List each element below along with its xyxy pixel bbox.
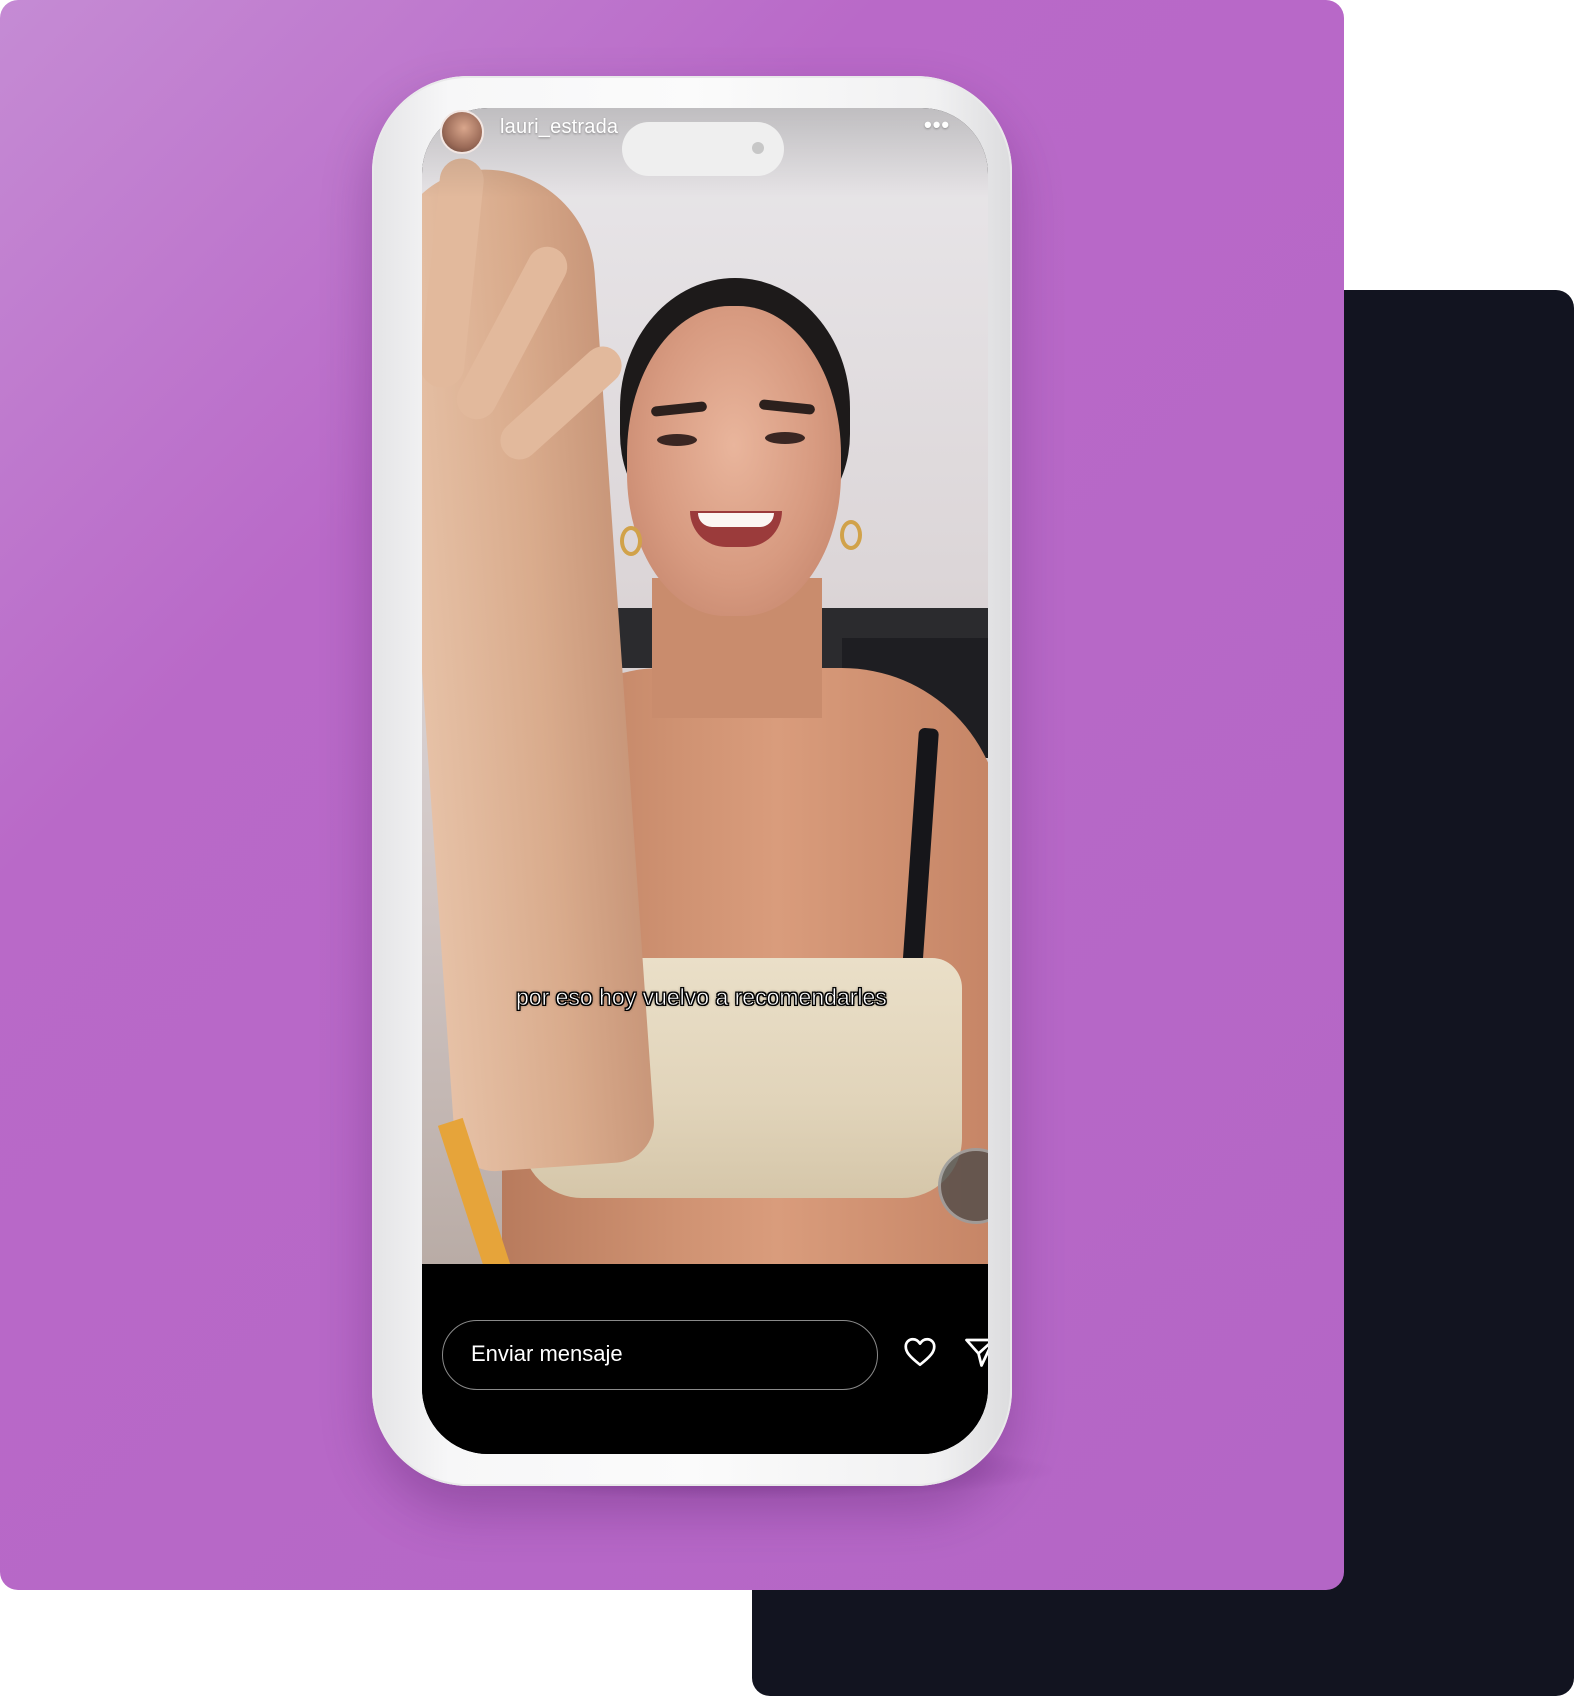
story-video[interactable]: por eso hoy vuelvo a recomendarles bbox=[422, 108, 988, 1264]
mockup-canvas: por eso hoy vuelvo a recomendarles Envia… bbox=[0, 0, 1574, 1696]
send-icon[interactable] bbox=[962, 1334, 988, 1370]
avatar[interactable] bbox=[440, 110, 484, 154]
story-header: lauri_estrada ••• bbox=[422, 110, 988, 160]
right-earring bbox=[840, 520, 862, 550]
heart-icon[interactable] bbox=[902, 1334, 938, 1370]
teeth bbox=[698, 513, 774, 527]
left-brow bbox=[650, 401, 708, 417]
mouth bbox=[690, 511, 782, 547]
story-username[interactable]: lauri_estrada bbox=[500, 116, 618, 139]
ellipsis-icon[interactable]: ••• bbox=[924, 112, 950, 138]
phone-screen: por eso hoy vuelvo a recomendarles Envia… bbox=[422, 108, 988, 1454]
message-input[interactable]: Enviar mensaje bbox=[442, 1320, 878, 1390]
person-face bbox=[627, 306, 841, 616]
right-eye bbox=[765, 432, 805, 444]
reply-bar: Enviar mensaje bbox=[422, 1264, 988, 1454]
left-earring bbox=[620, 526, 642, 556]
story-caption: por eso hoy vuelvo a recomendarles bbox=[516, 984, 887, 1011]
right-brow bbox=[758, 399, 816, 415]
left-eye bbox=[657, 434, 697, 446]
